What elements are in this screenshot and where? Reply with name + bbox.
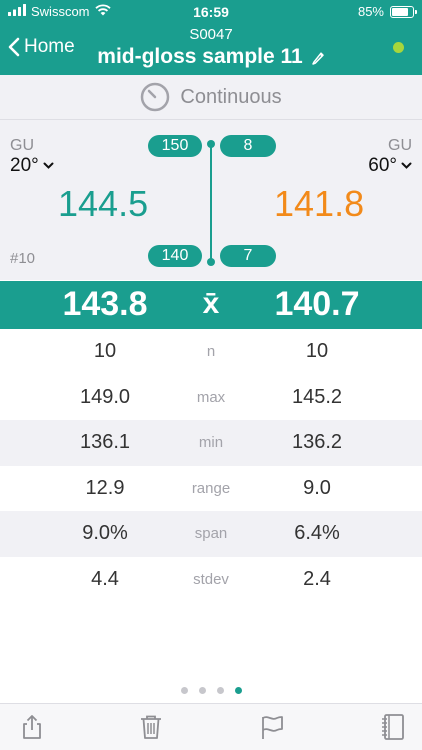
page-dot[interactable] [198,687,206,694]
lower-limit-right[interactable]: 7 [220,245,276,267]
page-indicator[interactable] [0,687,422,694]
range-divider-line [210,144,212,262]
left-angle-value: 20° [10,155,39,176]
trash-icon [141,715,161,739]
stats-row-span: 9.0% span 6.4% [0,511,422,557]
stats-row-n: 10 n 10 [0,329,422,375]
range-divider-dot-top [207,140,215,148]
range-divider-dot-bottom [207,258,215,266]
mode-label: Continuous [180,85,282,108]
right-reading-value: 141.8 [274,183,365,224]
pencil-icon[interactable] [311,49,325,65]
lower-limit-left[interactable]: 140 [148,245,202,267]
statistics-table: 10 n 10 149.0 max 145.2 136.1 min 136.2 … [0,329,422,602]
stat-right-value: 136.2 [291,431,343,453]
chevron-down-icon [43,162,54,169]
stats-row-max: 149.0 max 145.2 [0,374,422,420]
status-right: 85% [357,4,417,19]
sample-id: S0047 [189,26,233,43]
upper-limit-right[interactable]: 8 [220,135,276,157]
left-unit: GU [10,137,34,154]
gauge-icon [141,82,170,112]
stats-row-min: 136.1 min 136.2 [0,420,422,466]
stats-row-range: 12.9 range 9.0 [0,466,422,512]
status-bar: Swisscom 16:59 85% [0,0,422,24]
page-dot[interactable] [180,687,188,694]
header: Swisscom 16:59 85% Home S0047 mid-gloss [0,0,422,75]
right-unit: GU [388,137,412,154]
stat-right-value: 6.4% [294,522,340,544]
stat-right-value: 10 [305,340,329,362]
stats-row-stdev: 4.4 stdev 2.4 [0,557,422,603]
flag-icon [262,716,283,739]
left-reading-value: 144.5 [58,183,149,224]
notebook-button[interactable] [379,713,407,741]
left-angle-select[interactable]: 20° [10,155,54,177]
right-angle-select[interactable]: 60° [368,155,412,177]
chevron-down-icon [401,162,412,169]
stat-right-value: 2.4 [303,567,331,590]
mean-left-value: 143.8 [62,285,148,323]
battery-fill [392,7,409,16]
battery-percent: 85% [357,4,384,19]
page-dot[interactable] [234,687,242,694]
delete-button[interactable] [137,713,165,741]
upper-limit-left[interactable]: 150 [148,135,202,157]
flag-button[interactable] [258,713,286,741]
connection-status-dot [393,42,404,53]
sample-title: mid-gloss sample 11 [97,45,303,68]
notebook-icon [382,714,404,740]
page-title[interactable]: mid-gloss sample 11 [0,45,422,69]
readings-panel: GU 20° 144.5 GU 60° 141.8 #10 150 8 140 … [0,120,422,280]
measurement-mode-button[interactable]: Continuous [0,75,422,120]
share-button[interactable] [18,713,46,741]
right-angle-value: 60° [368,155,397,176]
stat-right-value: 145.2 [291,385,343,408]
measurement-counter: #10 [10,250,36,267]
mean-bar: 143.8 x̄ 140.7 [0,281,422,329]
bottom-toolbar [0,703,422,750]
stat-right-value: 9.0 [303,476,331,499]
battery-icon [390,5,417,18]
mean-right-value: 140.7 [274,285,360,323]
share-icon [23,715,41,739]
page-dot[interactable] [216,687,224,694]
